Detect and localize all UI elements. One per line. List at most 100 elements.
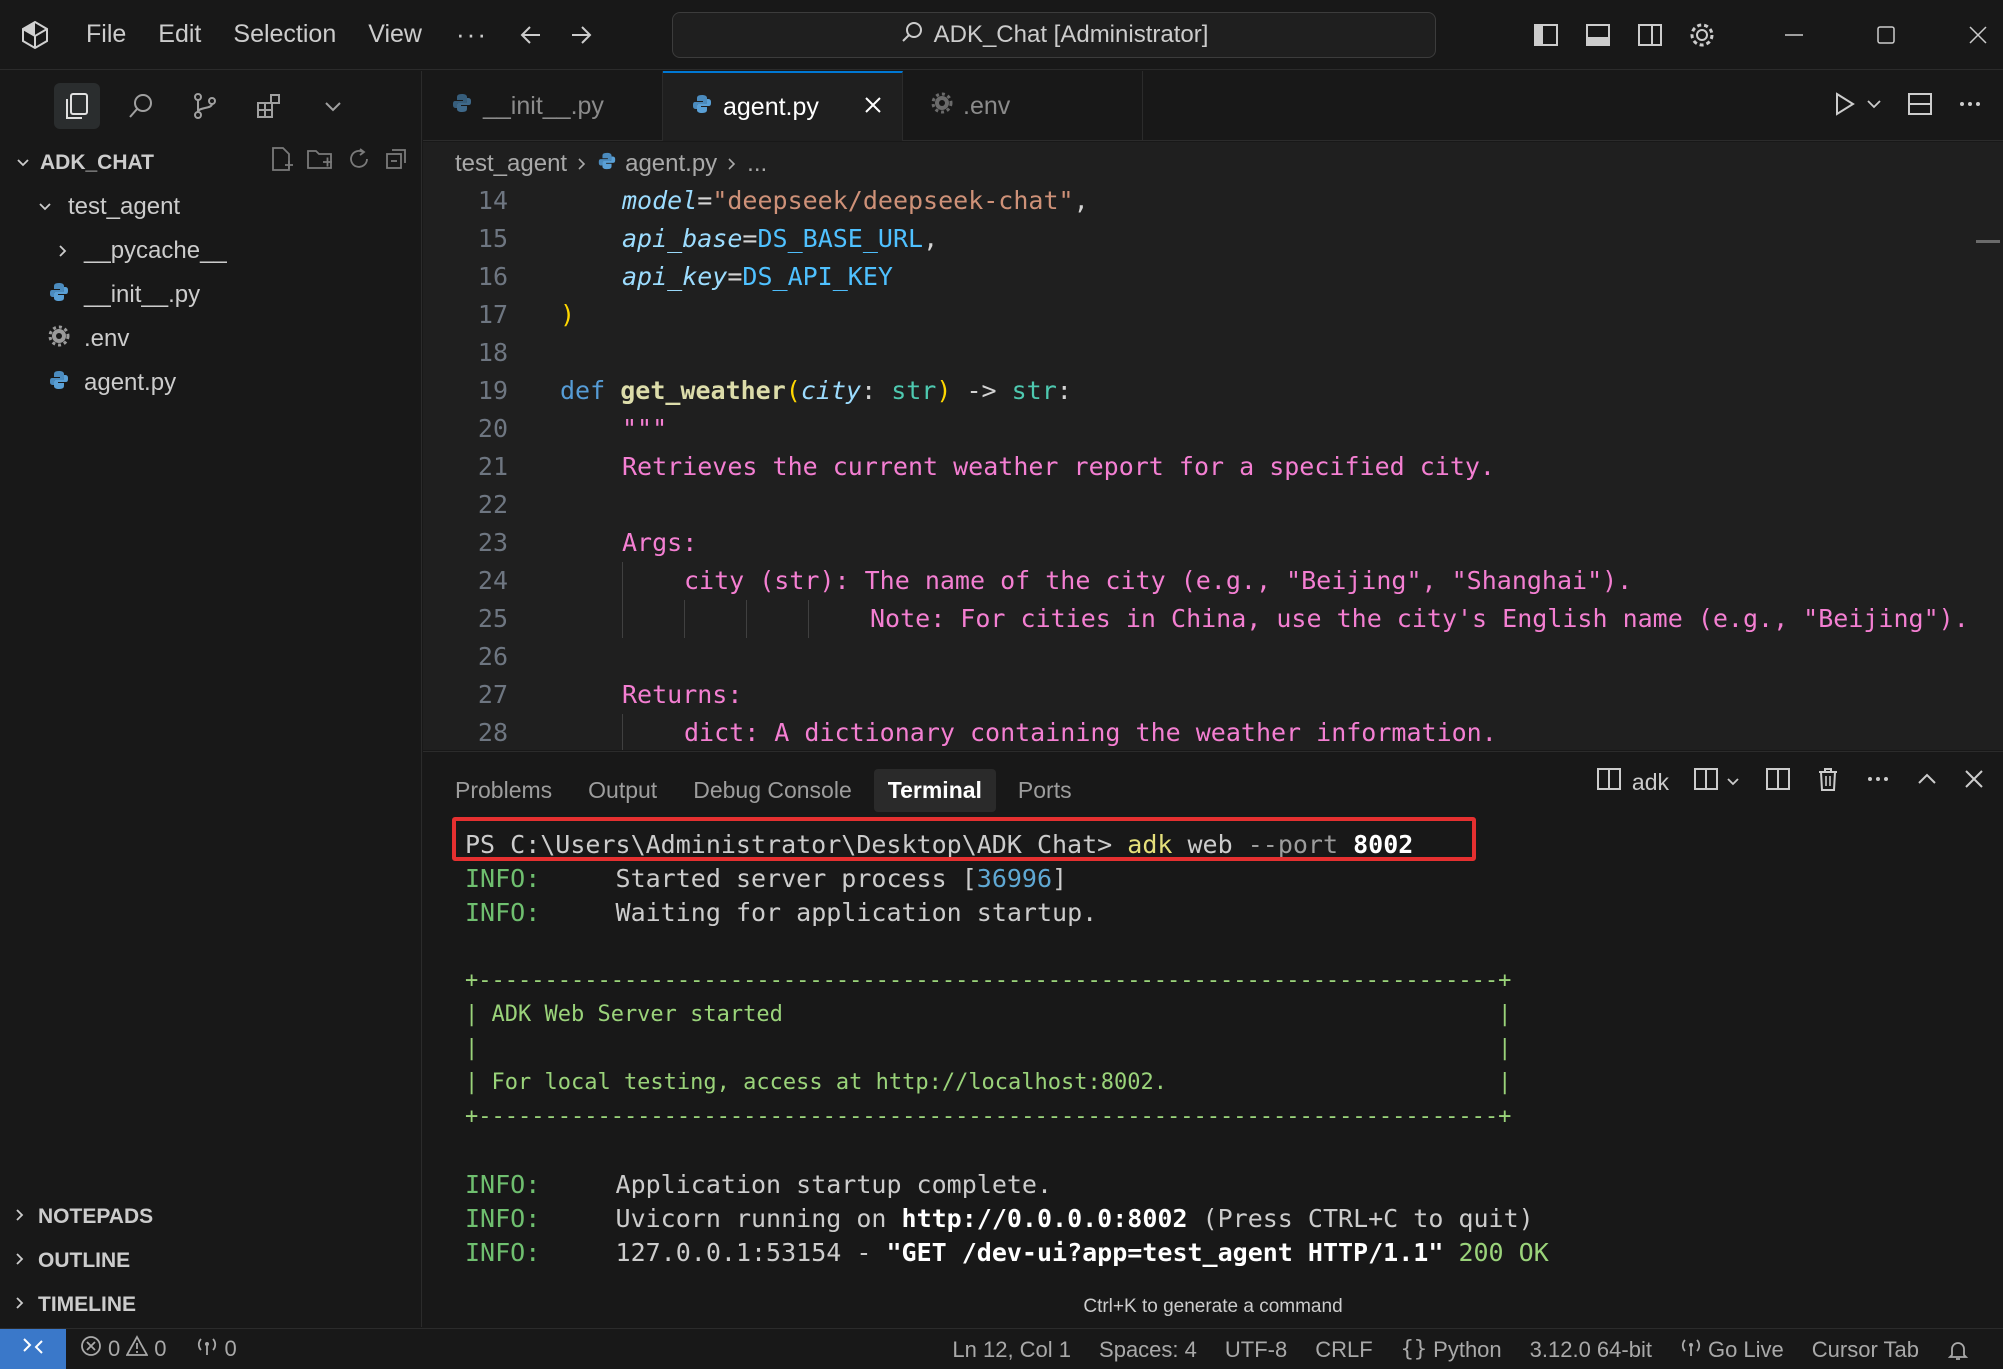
trash-icon[interactable] <box>1815 766 1841 798</box>
tree-item-label: __init__.py <box>84 281 201 308</box>
tree-item-label: __pycache__ <box>84 237 227 264</box>
terminal-output[interactable]: PS C:\Users\Administrator\Desktop\ADK_Ch… <box>423 822 2003 1322</box>
tab-env[interactable]: .env <box>903 71 1143 141</box>
code-line: 25 Note: For cities in China, use the cit… <box>423 600 2003 638</box>
terminal-line: INFO: Waiting for application startup. <box>465 898 1098 927</box>
line-number: 14 <box>477 186 508 215</box>
title-bar: File Edit Selection View ··· ADK_Chat [A… <box>0 0 2003 70</box>
new-terminal-button[interactable] <box>1693 766 1741 798</box>
indent-guide <box>622 562 623 600</box>
explorer-title: ADK_CHAT <box>40 151 154 174</box>
run-icon[interactable] <box>1831 91 1857 122</box>
more-actions-icon[interactable] <box>1957 91 1983 122</box>
collapse-all-icon[interactable] <box>383 145 411 179</box>
ports-status[interactable]: 0 <box>181 1335 251 1363</box>
tree-file-env[interactable]: .env <box>0 317 421 361</box>
language-mode[interactable]: {} Python <box>1387 1337 1516 1363</box>
line-number: 19 <box>477 376 508 405</box>
line-number: 25 <box>477 604 508 633</box>
line-number: 23 <box>477 528 508 557</box>
go-live-button[interactable]: Go Live <box>1666 1336 1798 1364</box>
python-interpreter[interactable]: 3.12.0 64-bit <box>1516 1337 1666 1363</box>
chevron-down-icon[interactable] <box>1865 95 1883 118</box>
section-timeline[interactable]: TIMELINE <box>0 1283 422 1327</box>
terminal-instance[interactable]: adk <box>1596 766 1669 798</box>
refresh-icon[interactable] <box>345 145 373 179</box>
panel-tab-problems[interactable]: Problems <box>441 769 566 812</box>
minimize-button[interactable] <box>1748 0 1840 70</box>
back-arrow-icon[interactable] <box>506 10 556 60</box>
code-line: 19 def get_weather(city: str) -> str: <box>423 372 2003 410</box>
explorer-header[interactable]: ADK_CHAT <box>0 141 421 185</box>
menu-selection[interactable]: Selection <box>217 20 352 49</box>
explorer-files-icon[interactable] <box>54 83 100 129</box>
cursor-tab-status[interactable]: Cursor Tab <box>1798 1337 1933 1363</box>
close-panel-icon[interactable] <box>1963 768 1985 796</box>
tree-folder-pycache[interactable]: __pycache__ <box>0 229 421 273</box>
menu-view[interactable]: View <box>352 20 438 49</box>
breadcrumb-symbol[interactable]: ... <box>747 150 767 178</box>
panel-tab-terminal[interactable]: Terminal <box>873 768 996 812</box>
python-icon <box>691 93 713 122</box>
new-file-icon[interactable] <box>267 145 295 179</box>
remote-indicator[interactable] <box>0 1328 66 1369</box>
line-endings[interactable]: CRLF <box>1301 1337 1386 1363</box>
code-line: 23 Args: <box>423 524 2003 562</box>
section-outline[interactable]: OUTLINE <box>0 1239 422 1283</box>
settings-gear-icon[interactable] <box>1676 0 1728 70</box>
tree-file-init-py[interactable]: __init__.py <box>0 273 421 317</box>
tree-folder-test-agent[interactable]: test_agent <box>0 185 421 229</box>
panel-tab-ports[interactable]: Ports <box>1004 769 1086 812</box>
menu-edit[interactable]: Edit <box>142 20 217 49</box>
source-control-icon[interactable] <box>182 83 228 129</box>
code-text: def get_weather(city: str) -> str: <box>560 376 1072 405</box>
terminal-line: INFO: 127.0.0.1:53154 - "GET /dev-ui?app… <box>465 1238 1549 1267</box>
breadcrumb-file[interactable]: agent.py <box>625 150 717 178</box>
error-icon <box>80 1335 102 1363</box>
tree-file-agent-py[interactable]: agent.py <box>0 361 421 405</box>
notifications-bell-icon[interactable] <box>1933 1339 1983 1361</box>
toggle-secondary-sidebar-icon[interactable] <box>1624 0 1676 70</box>
menu-more[interactable]: ··· <box>438 19 506 50</box>
menu-file[interactable]: File <box>70 20 142 49</box>
code-editor[interactable]: 14 model="deepseek/deepseek-chat", 15 api_b… <box>423 182 2003 750</box>
tab-agent-py[interactable]: agent.py <box>663 71 903 141</box>
problems-status[interactable]: 0 0 <box>66 1335 181 1363</box>
section-notepads[interactable]: NOTEPADS <box>0 1195 422 1239</box>
toggle-panel-icon[interactable] <box>1572 0 1624 70</box>
split-editor-icon[interactable] <box>1907 91 1933 122</box>
encoding[interactable]: UTF-8 <box>1211 1337 1301 1363</box>
close-tab-icon[interactable] <box>863 93 883 122</box>
terminal-box-border: +---------------------------------------… <box>465 968 1512 993</box>
breadcrumb-folder[interactable]: test_agent <box>455 150 567 178</box>
line-number: 27 <box>477 680 508 709</box>
maximize-panel-icon[interactable] <box>1915 767 1939 797</box>
chevron-down-icon[interactable] <box>310 83 356 129</box>
close-window-button[interactable] <box>1932 0 2003 70</box>
line-number: 16 <box>477 262 508 291</box>
search-icon[interactable] <box>118 83 164 129</box>
toggle-sidebar-icon[interactable] <box>1520 0 1572 70</box>
code-line: 28 dict: A dictionary containing the weat… <box>423 714 2003 750</box>
more-actions-icon[interactable] <box>1865 766 1891 798</box>
panel-tab-debug-console[interactable]: Debug Console <box>679 769 866 812</box>
command-center-search[interactable]: ADK_Chat [Administrator] <box>672 12 1436 58</box>
code-line: 27 Returns: <box>423 676 2003 714</box>
gear-icon <box>48 325 70 354</box>
layout-icon <box>1693 766 1719 798</box>
code-text: ) <box>560 300 576 329</box>
tab-init-py[interactable]: __init__.py <box>423 71 663 141</box>
chevron-right-icon <box>12 1293 28 1317</box>
extensions-icon[interactable] <box>246 83 292 129</box>
indentation[interactable]: Spaces: 4 <box>1085 1337 1211 1363</box>
code-line: 21 Retrieves the current weather report f… <box>423 448 2003 486</box>
split-terminal-icon[interactable] <box>1765 766 1791 798</box>
cursor-position[interactable]: Ln 12, Col 1 <box>938 1337 1085 1363</box>
new-folder-icon[interactable] <box>305 145 335 179</box>
code-line: 16 api_key=DS_API_KEY <box>423 258 2003 296</box>
panel-tab-output[interactable]: Output <box>574 769 671 812</box>
forward-arrow-icon[interactable] <box>556 10 606 60</box>
maximize-button[interactable] <box>1840 0 1932 70</box>
editor-scrollbar[interactable] <box>1976 240 2000 243</box>
indent-guide <box>622 714 623 750</box>
